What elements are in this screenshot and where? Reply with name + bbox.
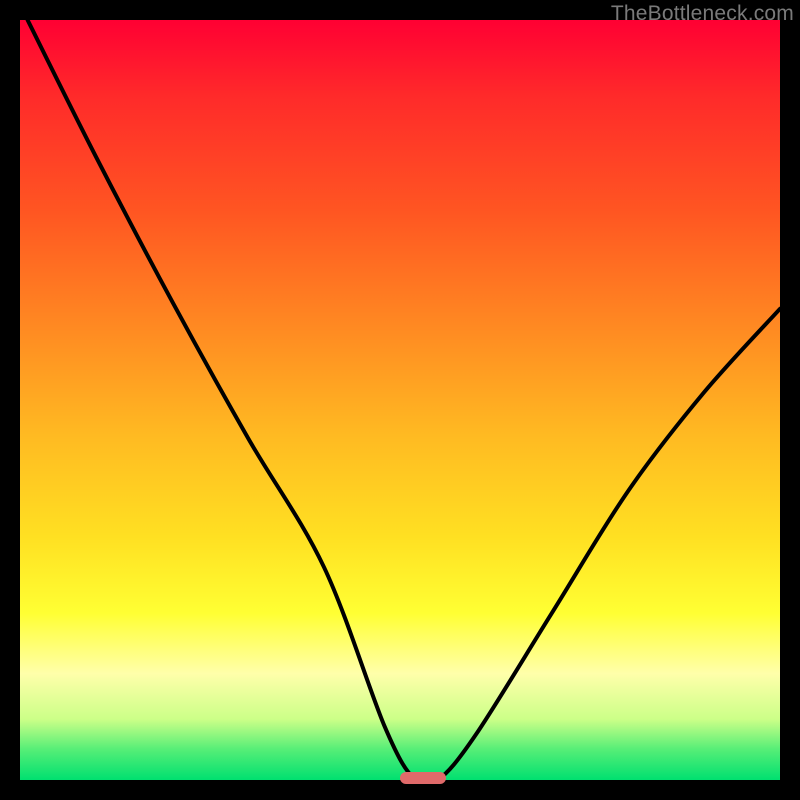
bottleneck-curve bbox=[20, 20, 780, 780]
watermark-text: TheBottleneck.com bbox=[611, 2, 794, 26]
optimal-marker bbox=[400, 772, 446, 784]
plot-area bbox=[20, 20, 780, 780]
chart-frame: TheBottleneck.com bbox=[0, 0, 800, 800]
